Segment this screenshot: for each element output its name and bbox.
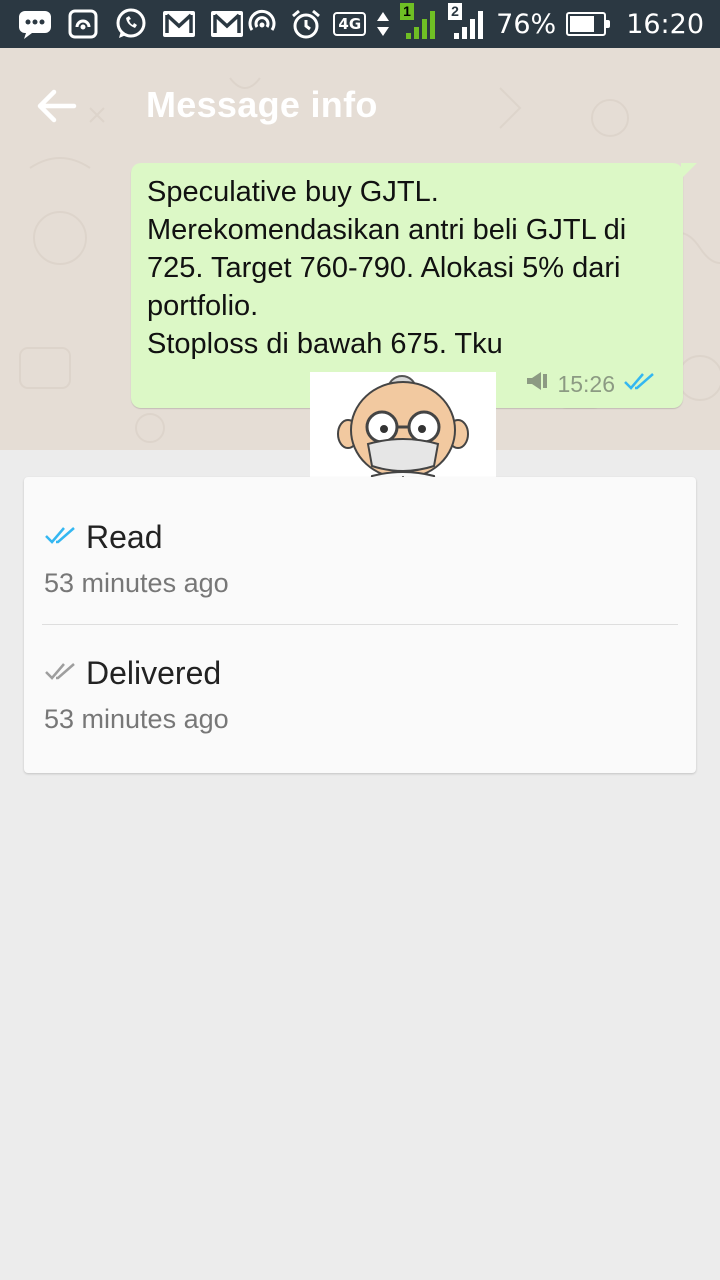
message-text: Speculative buy GJTL. Merekomendasikan a… <box>147 176 627 360</box>
divider <box>42 624 678 625</box>
sim2-label: 2 <box>448 3 462 20</box>
message-time: 15:26 <box>557 370 615 397</box>
delivered-row: Delivered 53 minutes ago <box>44 655 229 735</box>
gmail-icon-2 <box>210 7 244 41</box>
delivered-label: Delivered <box>86 655 222 691</box>
back-arrow-icon[interactable] <box>34 84 78 128</box>
chat-bubble-notification-icon <box>18 7 52 41</box>
whatsapp-icon <box>114 7 148 41</box>
hotspot-notification-icon <box>66 7 100 41</box>
double-check-read-icon <box>623 370 657 398</box>
data-arrows-icon <box>376 7 390 41</box>
read-time: 53 minutes ago <box>44 568 229 598</box>
read-double-check-icon <box>44 523 78 552</box>
bubble-tail <box>681 163 697 179</box>
status-bar: 4G 1 2 76% 16:20 <box>0 0 720 48</box>
read-row: Read 53 minutes ago <box>44 519 229 599</box>
signal-sim2-icon: 2 <box>448 3 486 41</box>
toolbar: Message info <box>0 48 720 160</box>
broadcast-icon <box>525 370 549 398</box>
message-meta: 15:26 <box>525 370 657 398</box>
delivered-time: 53 minutes ago <box>44 704 229 734</box>
delivered-double-check-icon <box>44 659 78 688</box>
signal-sim1-icon: 1 <box>400 3 438 41</box>
receipt-card: Read 53 minutes ago Delivered 53 minutes… <box>24 477 696 773</box>
alarm-icon <box>289 7 323 41</box>
battery-icon <box>566 12 611 36</box>
sim1-label: 1 <box>400 3 414 20</box>
clock: 16:20 <box>626 8 704 40</box>
page-title: Message info <box>146 84 378 125</box>
read-label: Read <box>86 519 163 555</box>
gmail-icon <box>162 7 196 41</box>
hotspot-icon <box>245 7 279 41</box>
battery-percent: 76% <box>496 8 557 40</box>
network-type-badge: 4G <box>333 12 367 36</box>
